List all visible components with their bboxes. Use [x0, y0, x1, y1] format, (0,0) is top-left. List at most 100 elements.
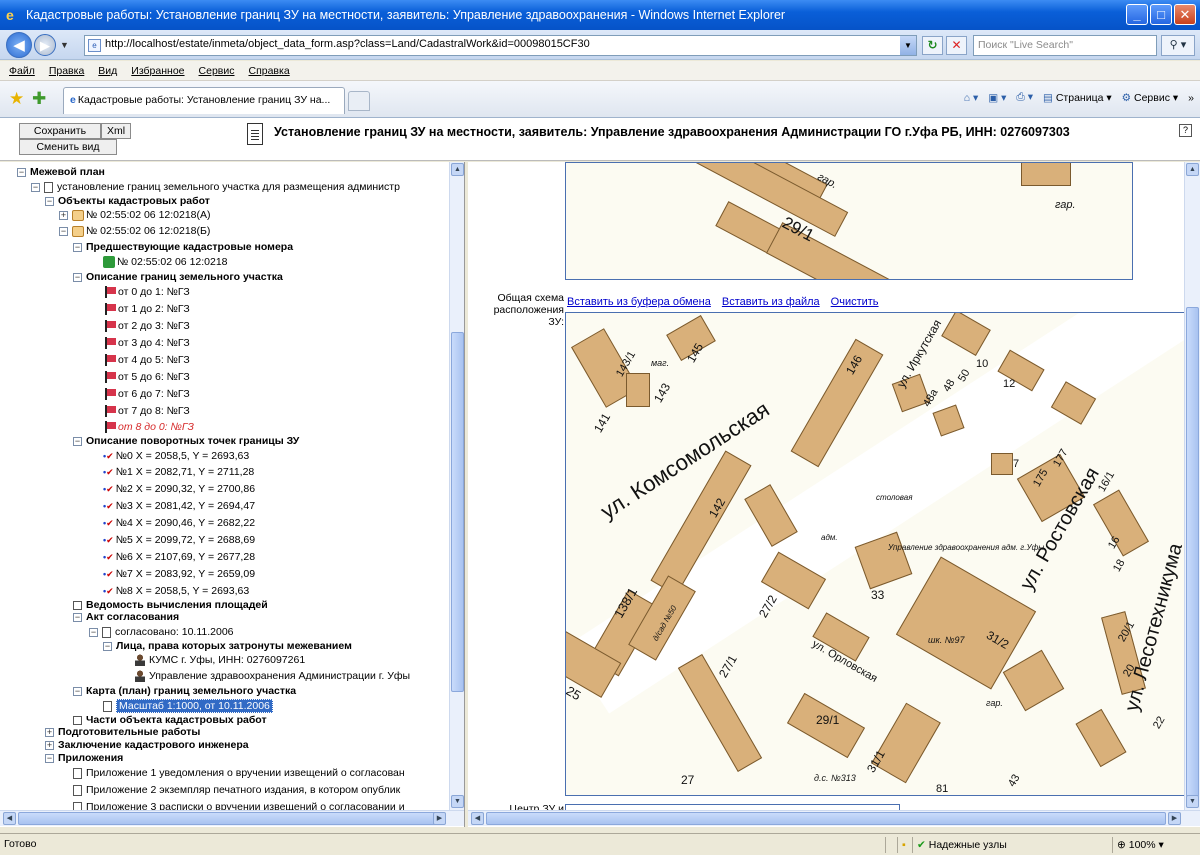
tree-node-point[interactable]: •✔ №5 X = 2099,72, Y = 2688,69: [103, 533, 255, 547]
paste-file-link[interactable]: Вставить из файла: [722, 296, 820, 308]
scroll-thumb[interactable]: [486, 812, 1166, 825]
history-dropdown-icon[interactable]: ▼: [60, 40, 69, 50]
chevron-more-icon[interactable]: »: [1188, 92, 1194, 104]
xml-button[interactable]: Xml: [101, 123, 131, 139]
tree-node-points-desc[interactable]: − Описание поворотных точек границы ЗУ: [73, 434, 299, 448]
tree-node-segment[interactable]: от 1 до 2: №ГЗ: [103, 302, 190, 316]
collapse-icon[interactable]: −: [45, 753, 54, 763]
scroll-thumb[interactable]: [451, 332, 464, 692]
browser-tab[interactable]: e Кадастровые работы: Установление границ…: [63, 87, 345, 114]
tree-node-segment[interactable]: от 4 до 5: №ГЗ: [103, 353, 190, 367]
scroll-left-icon[interactable]: ◀: [3, 812, 16, 825]
tree-node-point[interactable]: •✔ №1 X = 2082,71, Y = 2711,28: [103, 465, 254, 479]
minimize-button[interactable]: _: [1126, 4, 1148, 25]
tree-vertical-scrollbar[interactable]: ▲ ▼: [449, 162, 464, 810]
tree-node-segment[interactable]: от 5 до 6: №ГЗ: [103, 370, 190, 384]
content-vertical-scrollbar[interactable]: ▲ ▼: [1184, 162, 1200, 810]
page-menu[interactable]: ▤ Страница ▾: [1043, 92, 1112, 104]
change-view-button[interactable]: Сменить вид: [19, 139, 117, 155]
scroll-thumb[interactable]: [1186, 307, 1199, 797]
search-button[interactable]: ⚲ ▾: [1161, 35, 1195, 56]
expand-icon[interactable]: +: [45, 727, 54, 737]
scroll-down-icon[interactable]: ▼: [451, 795, 464, 808]
zoom-control[interactable]: ⊕ 100% ▾: [1112, 837, 1196, 853]
home-icon[interactable]: ⌂ ▾: [964, 92, 979, 104]
menu-tools[interactable]: Сервис: [199, 65, 235, 77]
scroll-right-icon[interactable]: ▶: [433, 812, 446, 825]
favorites-star-icon[interactable]: ★: [9, 89, 24, 109]
tree-node-appendices[interactable]: − Приложения: [45, 751, 123, 765]
collapse-icon[interactable]: −: [89, 627, 98, 637]
tree-node-point[interactable]: •✔ №6 X = 2107,69, Y = 2677,28: [103, 550, 255, 564]
collapse-icon[interactable]: −: [73, 612, 82, 622]
collapse-icon[interactable]: −: [103, 641, 112, 651]
tree-node-segment[interactable]: от 8 до 0: №ГЗ: [103, 420, 194, 434]
collapse-icon[interactable]: −: [31, 182, 40, 192]
tree-node-point[interactable]: •✔ №4 X = 2090,46, Y = 2682,22: [103, 516, 255, 530]
maximize-button[interactable]: □: [1150, 4, 1172, 25]
tree-node-agreed[interactable]: − согласовано: 10.11.2006: [89, 625, 234, 639]
back-button[interactable]: ◀: [6, 31, 32, 58]
tree-node-mezhevoy-plan[interactable]: − Межевой план: [17, 165, 105, 179]
tree-node-point[interactable]: •✔ №3 X = 2081,42, Y = 2694,47: [103, 499, 255, 513]
collapse-icon[interactable]: −: [45, 196, 54, 206]
tree-node-point[interactable]: •✔ №8 X = 2058,5, Y = 2693,63: [103, 584, 249, 598]
tree-node-person[interactable]: КУМС г. Уфы, ИНН: 0276097261: [135, 653, 305, 667]
collapse-icon[interactable]: −: [17, 167, 26, 177]
scroll-right-icon[interactable]: ▶: [1168, 812, 1181, 825]
tree-node-prev-number[interactable]: № 02:55:02 06 12:0218: [103, 255, 228, 269]
close-button[interactable]: ✕: [1174, 4, 1196, 25]
collapse-icon[interactable]: −: [73, 686, 82, 696]
scroll-up-icon[interactable]: ▲: [1186, 163, 1199, 176]
collapse-icon[interactable]: −: [59, 226, 68, 236]
menu-help[interactable]: Справка: [248, 65, 289, 77]
expand-icon[interactable]: +: [45, 740, 54, 750]
scroll-left-icon[interactable]: ◀: [471, 812, 484, 825]
tree-node-ustanovlenie[interactable]: − установление границ земельного участка …: [31, 180, 400, 194]
tree-horizontal-scrollbar[interactable]: ◀ ▶: [0, 810, 464, 826]
tree-node-appendix[interactable]: Приложение 1 уведомления о вручении изве…: [73, 766, 405, 780]
url-input[interactable]: e http://localhost/estate/inmeta/object_…: [84, 35, 917, 56]
tree-node-point[interactable]: •✔ №2 X = 2090,32, Y = 2700,86: [103, 482, 255, 496]
add-favorites-icon[interactable]: ✚: [32, 89, 46, 109]
tree-node-scale[interactable]: Масштаб 1:1000, от 10.11.2006: [103, 699, 273, 713]
new-tab-button[interactable]: [348, 91, 370, 111]
tree-node-segment[interactable]: от 3 до 4: №ГЗ: [103, 336, 190, 350]
tree-node-segment[interactable]: от 7 до 8: №ГЗ: [103, 404, 190, 418]
tree-node-segment[interactable]: от 6 до 7: №ГЗ: [103, 387, 190, 401]
tree-node-conclusion[interactable]: + Заключение кадастрового инженера: [45, 738, 249, 752]
search-input[interactable]: Поиск "Live Search": [973, 35, 1157, 56]
tree-node-segment[interactable]: от 2 до 3: №ГЗ: [103, 319, 190, 333]
stop-button[interactable]: ✕: [946, 36, 967, 55]
scroll-down-icon[interactable]: ▼: [1186, 795, 1199, 808]
menu-file[interactable]: Файл: [9, 65, 35, 77]
collapse-icon[interactable]: −: [73, 436, 82, 446]
security-zone[interactable]: ✔ Надежные узлы: [912, 837, 1097, 853]
tools-menu[interactable]: ⚙ Сервис ▾: [1122, 92, 1179, 104]
tree-node-appendix[interactable]: Приложение 2 экземпляр печатного издания…: [73, 783, 400, 797]
tree-node-point[interactable]: •✔ №7 X = 2083,92, Y = 2659,09: [103, 567, 255, 581]
tree-node-prep[interactable]: + Подготовительные работы: [45, 725, 200, 739]
tree-node-borders-desc[interactable]: − Описание границ земельного участка: [73, 270, 283, 284]
tree-node-map-plan[interactable]: − Карта (план) границ земельного участка: [73, 684, 296, 698]
tree-node-obj-b[interactable]: − № 02:55:02 06 12:0218(Б): [59, 224, 210, 238]
save-button[interactable]: Сохранить: [19, 123, 101, 139]
collapse-icon[interactable]: −: [73, 242, 82, 252]
tree-node-persons[interactable]: − Лица, права которых затронуты межевание…: [103, 639, 352, 653]
tree-node-obj-a[interactable]: + № 02:55:02 06 12:0218(А): [59, 208, 211, 222]
scroll-thumb[interactable]: [18, 812, 438, 825]
tree-node-segment[interactable]: от 0 до 1: №ГЗ: [103, 285, 190, 299]
refresh-button[interactable]: ↻: [922, 36, 943, 55]
tree-node-prev-numbers[interactable]: − Предшествующие кадастровые номера: [73, 240, 293, 254]
tree-node-objects[interactable]: − Объекты кадастровых работ: [45, 194, 210, 208]
print-icon[interactable]: ⎙ ▾: [1016, 91, 1033, 104]
content-horizontal-scrollbar[interactable]: ◀ ▶: [468, 810, 1200, 826]
menu-view[interactable]: Вид: [98, 65, 117, 77]
menu-edit[interactable]: Правка: [49, 65, 84, 77]
scroll-up-icon[interactable]: ▲: [451, 163, 464, 176]
tree-node-act[interactable]: − Акт согласования: [73, 610, 179, 624]
tree-node-point[interactable]: •✔ №0 X = 2058,5, Y = 2693,63: [103, 449, 249, 463]
paste-clipboard-link[interactable]: Вставить из буфера обмена: [567, 296, 711, 308]
collapse-icon[interactable]: −: [73, 272, 82, 282]
help-icon[interactable]: ?: [1179, 124, 1192, 137]
